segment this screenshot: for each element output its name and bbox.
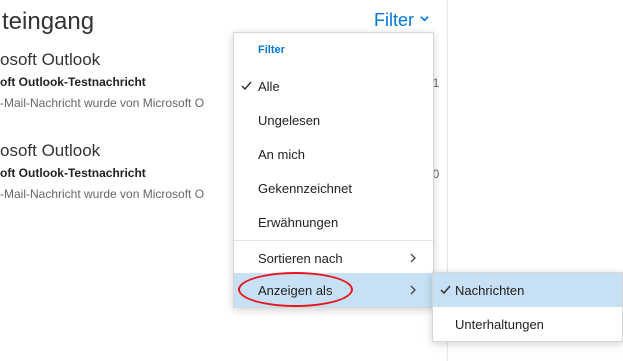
view-as-menu-item[interactable]: Anzeigen als bbox=[234, 273, 433, 307]
view-as-submenu: Nachrichten Unterhaltungen bbox=[432, 272, 623, 342]
sort-by-menu-item[interactable]: Sortieren nach bbox=[234, 241, 433, 275]
menu-item-label: Erwähnungen bbox=[258, 215, 339, 230]
message-sender: osoft Outlook bbox=[0, 50, 101, 69]
menu-item-label: Alle bbox=[258, 79, 280, 94]
filter-option-to-me[interactable]: An mich bbox=[234, 137, 433, 171]
checkmark-icon bbox=[241, 81, 252, 91]
filter-option-unread[interactable]: Ungelesen bbox=[234, 103, 433, 137]
chevron-right-icon bbox=[410, 253, 416, 263]
filter-option-mentions[interactable]: Erwähnungen bbox=[234, 205, 433, 239]
filter-option-flagged[interactable]: Gekennzeichnet bbox=[234, 171, 433, 205]
checkmark-icon bbox=[440, 285, 451, 295]
message-sender: osoft Outlook bbox=[0, 141, 101, 160]
message-preview: -Mail-Nachricht wurde von Microsoft O bbox=[0, 187, 205, 201]
menu-item-label: Sortieren nach bbox=[258, 251, 343, 266]
menu-item-label: An mich bbox=[258, 147, 305, 162]
menu-item-label: Anzeigen als bbox=[258, 283, 333, 298]
filter-menu: Filter Alle Ungelesen An mich Gekennzeic… bbox=[233, 32, 434, 308]
message-subject: oft Outlook-Testnachricht bbox=[0, 166, 146, 180]
menu-item-label: Gekennzeichnet bbox=[258, 181, 352, 196]
view-option-messages[interactable]: Nachrichten bbox=[433, 273, 622, 307]
chevron-right-icon bbox=[410, 285, 416, 295]
filter-button[interactable]: Filter bbox=[374, 10, 429, 31]
folder-title: teingang bbox=[2, 8, 95, 35]
menu-item-label: Nachrichten bbox=[455, 283, 525, 298]
menu-item-label: Unterhaltungen bbox=[455, 317, 544, 332]
message-preview: -Mail-Nachricht wurde von Microsoft O bbox=[0, 96, 205, 110]
view-option-conversations[interactable]: Unterhaltungen bbox=[433, 307, 622, 341]
filter-menu-header: Filter bbox=[258, 44, 285, 56]
filter-option-all[interactable]: Alle bbox=[234, 69, 433, 103]
message-subject: oft Outlook-Testnachricht bbox=[0, 75, 146, 89]
filter-button-label: Filter bbox=[374, 10, 414, 30]
menu-item-label: Ungelesen bbox=[258, 113, 321, 128]
chevron-down-icon bbox=[420, 16, 429, 22]
